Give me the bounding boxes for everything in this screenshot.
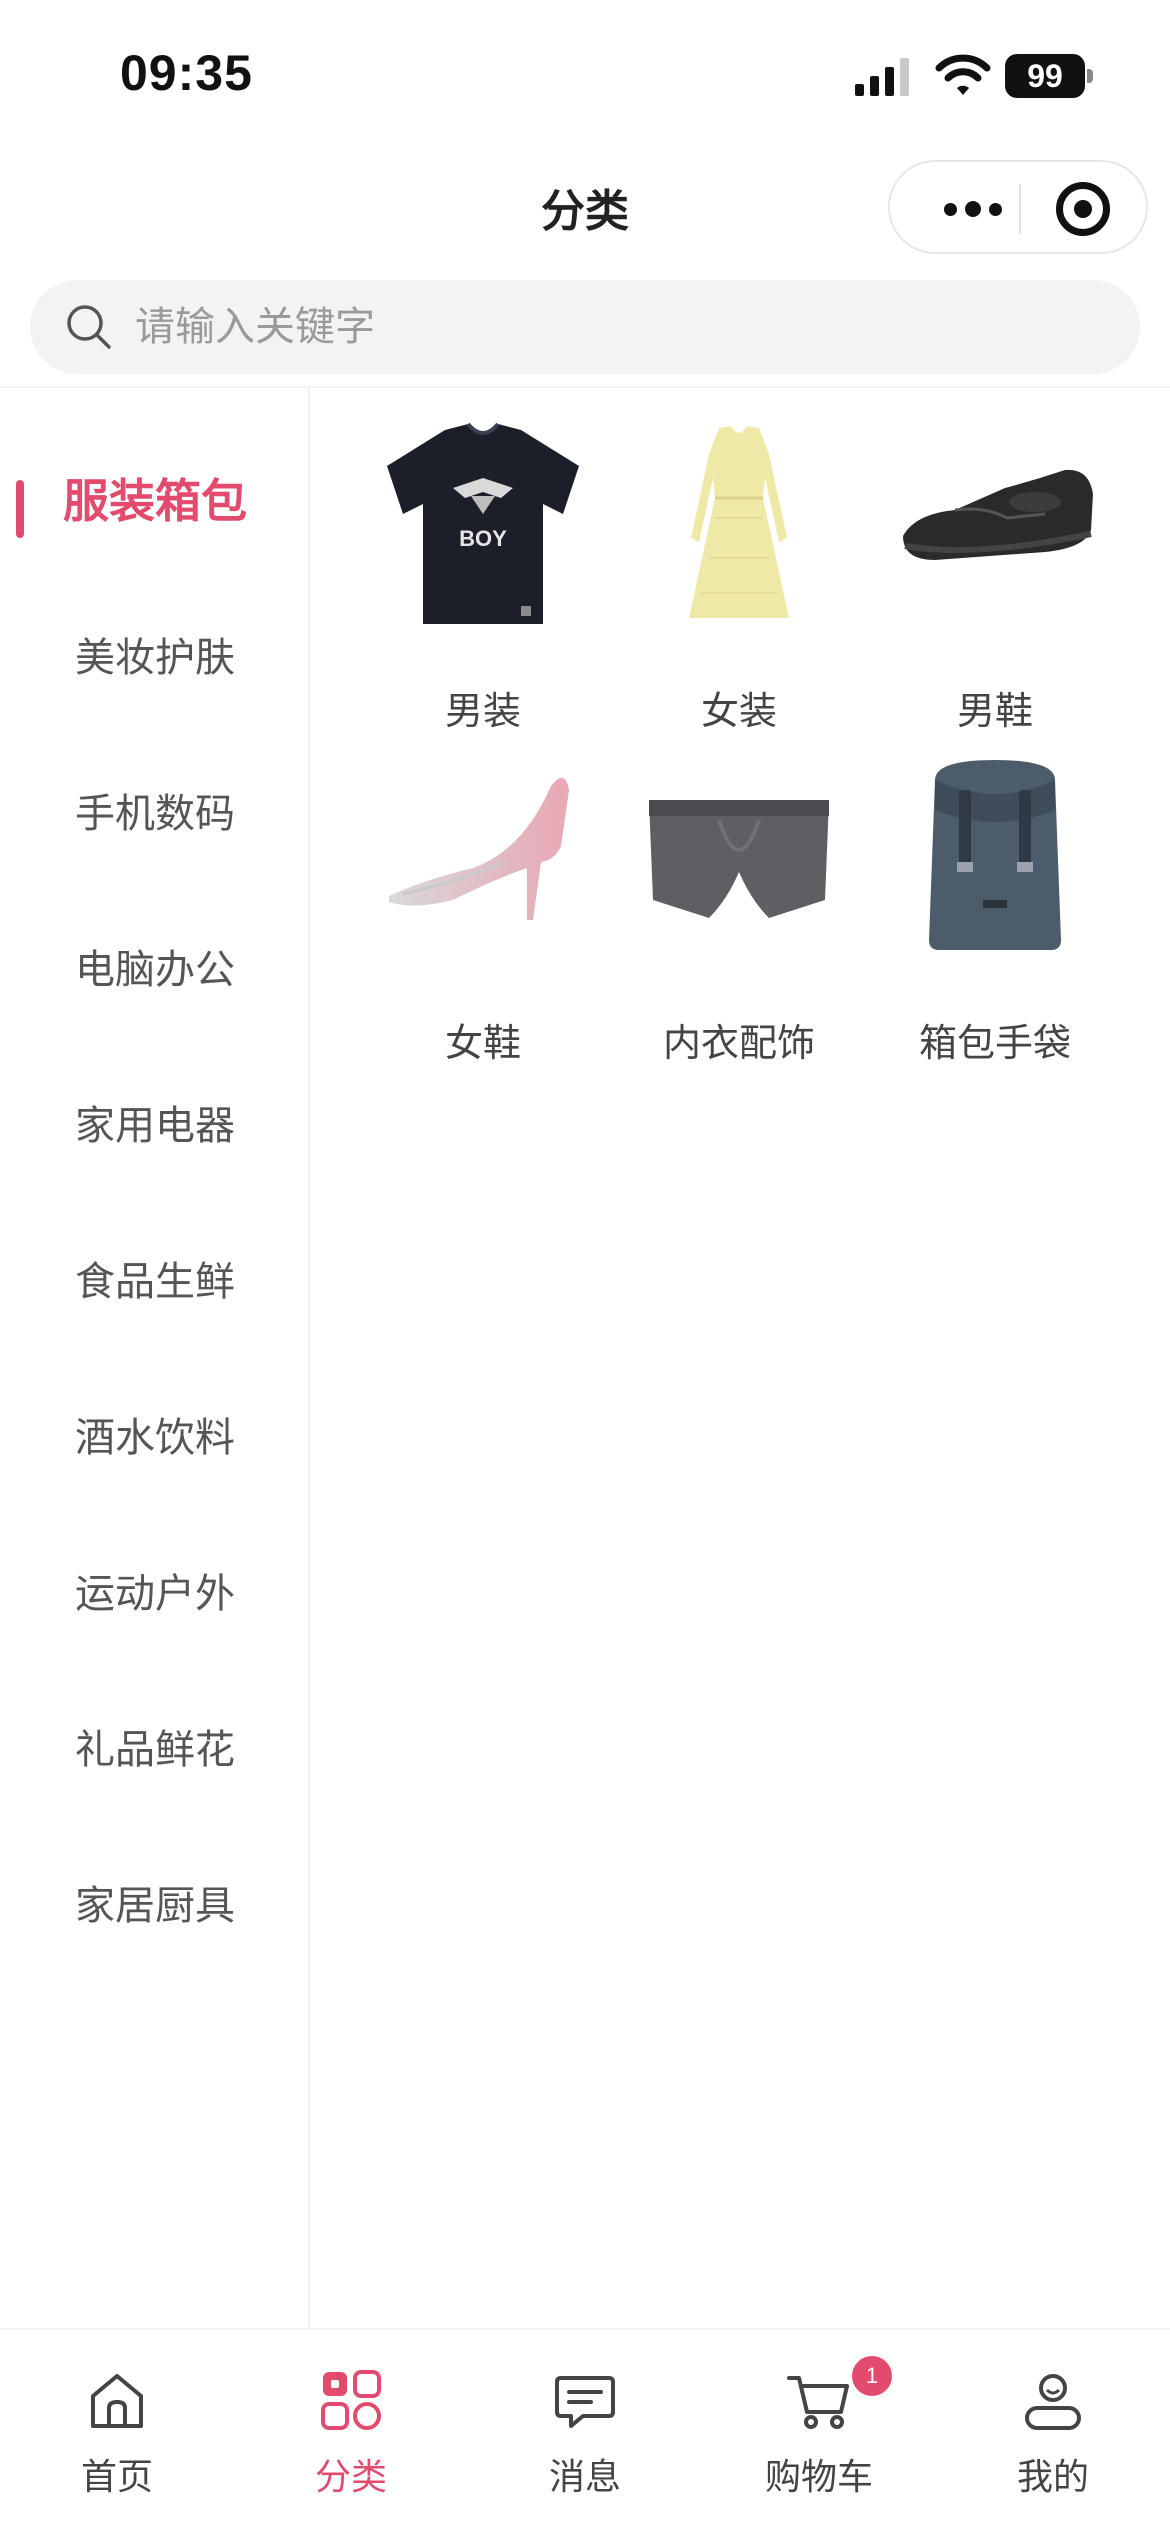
sidebar-item-beauty[interactable]: 美妆护肤 bbox=[0, 576, 310, 732]
category-icon bbox=[321, 2370, 381, 2430]
more-menu-icon[interactable] bbox=[928, 184, 1018, 234]
subcategory-womenswear[interactable]: 女装 bbox=[614, 418, 864, 733]
high-heel-image bbox=[383, 750, 583, 960]
tab-label: 分类 bbox=[314, 2457, 387, 2498]
cellular-signal-icon bbox=[855, 58, 909, 96]
status-time: 09:35 bbox=[120, 45, 253, 101]
tab-messages[interactable]: 消息 bbox=[468, 2348, 702, 2498]
close-miniprogram-icon[interactable] bbox=[1056, 182, 1110, 236]
sidebar-item-apparel-bags[interactable]: 服装箱包 bbox=[0, 420, 310, 576]
underwear-image bbox=[639, 750, 839, 960]
tshirt-image: BOY bbox=[383, 418, 583, 628]
tab-label: 购物车 bbox=[764, 2457, 873, 2498]
capsule-divider bbox=[1019, 184, 1021, 234]
backpack-image bbox=[895, 750, 1095, 960]
bottom-tab-bar: 首页 分类 消息 1 购物车 我的 bbox=[0, 2328, 1170, 2532]
sidebar-item-computer-office[interactable]: 电脑办公 bbox=[0, 888, 310, 1044]
battery-icon: 99 bbox=[1005, 54, 1095, 98]
subcategory-underwear-accessories[interactable]: 内衣配饰 bbox=[614, 750, 864, 1065]
tab-profile[interactable]: 我的 bbox=[936, 2348, 1170, 2498]
sidebar-item-label: 食品生鲜 bbox=[75, 1259, 235, 1305]
sidebar-item-label: 服装箱包 bbox=[63, 474, 247, 528]
sidebar-item-label: 礼品鲜花 bbox=[75, 1727, 235, 1773]
subcategory-label: 箱包手袋 bbox=[918, 1021, 1071, 1065]
subcategory-womens-shoes[interactable]: 女鞋 bbox=[358, 750, 608, 1065]
sidebar-item-label: 电脑办公 bbox=[75, 947, 235, 993]
subcategory-label: 女鞋 bbox=[444, 1021, 521, 1065]
battery-level: 99 bbox=[1005, 54, 1085, 98]
status-bar: 09:35 99 bbox=[0, 0, 1170, 150]
sidebar-item-label: 美妆护肤 bbox=[75, 635, 235, 681]
tab-label: 消息 bbox=[548, 2457, 621, 2498]
sidebar-item-label: 家居厨具 bbox=[75, 1883, 235, 1929]
sidebar-item-appliances[interactable]: 家用电器 bbox=[0, 1044, 310, 1200]
subcategory-label: 内衣配饰 bbox=[662, 1021, 815, 1065]
wifi-icon bbox=[935, 54, 991, 95]
mens-shoe-image bbox=[895, 418, 1095, 628]
message-icon bbox=[555, 2376, 615, 2428]
sidebar-item-digital[interactable]: 手机数码 bbox=[0, 732, 310, 888]
active-indicator bbox=[16, 480, 24, 538]
cart-icon bbox=[787, 2376, 849, 2429]
tab-home[interactable]: 首页 bbox=[0, 2348, 234, 2498]
subcategory-bags[interactable]: 箱包手袋 bbox=[870, 750, 1120, 1065]
search-input[interactable] bbox=[135, 280, 1115, 374]
category-sidebar: 服装箱包 美妆护肤 手机数码 电脑办公 家用电器 食品生鲜 酒水饮料 运动户外 … bbox=[0, 388, 310, 2328]
tab-category[interactable]: 分类 bbox=[234, 2348, 468, 2498]
subcategory-menswear[interactable]: BOY 男装 bbox=[358, 418, 608, 733]
search-icon bbox=[67, 305, 111, 349]
miniprogram-capsule bbox=[888, 160, 1148, 254]
sidebar-item-label: 家用电器 bbox=[75, 1103, 235, 1149]
subcategory-mens-shoes[interactable]: 男鞋 bbox=[870, 418, 1120, 733]
sidebar-item-fresh-food[interactable]: 食品生鲜 bbox=[0, 1200, 310, 1356]
dress-image bbox=[639, 418, 839, 628]
subcategory-label: 男装 bbox=[444, 689, 521, 733]
tab-label: 我的 bbox=[1016, 2457, 1089, 2498]
search-bar[interactable] bbox=[30, 280, 1140, 374]
subcategory-label: 男鞋 bbox=[956, 689, 1033, 733]
sidebar-item-label: 酒水饮料 bbox=[75, 1415, 235, 1461]
tab-cart[interactable]: 1 购物车 bbox=[702, 2348, 936, 2498]
subcategory-label: 女装 bbox=[700, 689, 777, 733]
tab-label: 首页 bbox=[80, 2457, 153, 2498]
sidebar-item-label: 手机数码 bbox=[75, 791, 235, 837]
home-icon bbox=[91, 2374, 143, 2428]
sidebar-item-sports[interactable]: 运动户外 bbox=[0, 1512, 310, 1668]
cart-badge: 1 bbox=[852, 2356, 892, 2396]
battery-tip bbox=[1087, 69, 1093, 83]
sidebar-item-drinks[interactable]: 酒水饮料 bbox=[0, 1356, 310, 1512]
sidebar-item-label: 运动户外 bbox=[75, 1571, 235, 1617]
svg-text:BOY: BOY bbox=[459, 526, 507, 551]
sidebar-item-gifts-flowers[interactable]: 礼品鲜花 bbox=[0, 1668, 310, 1824]
sidebar-item-home-kitchen[interactable]: 家居厨具 bbox=[0, 1824, 310, 1980]
profile-icon bbox=[1025, 2374, 1081, 2430]
